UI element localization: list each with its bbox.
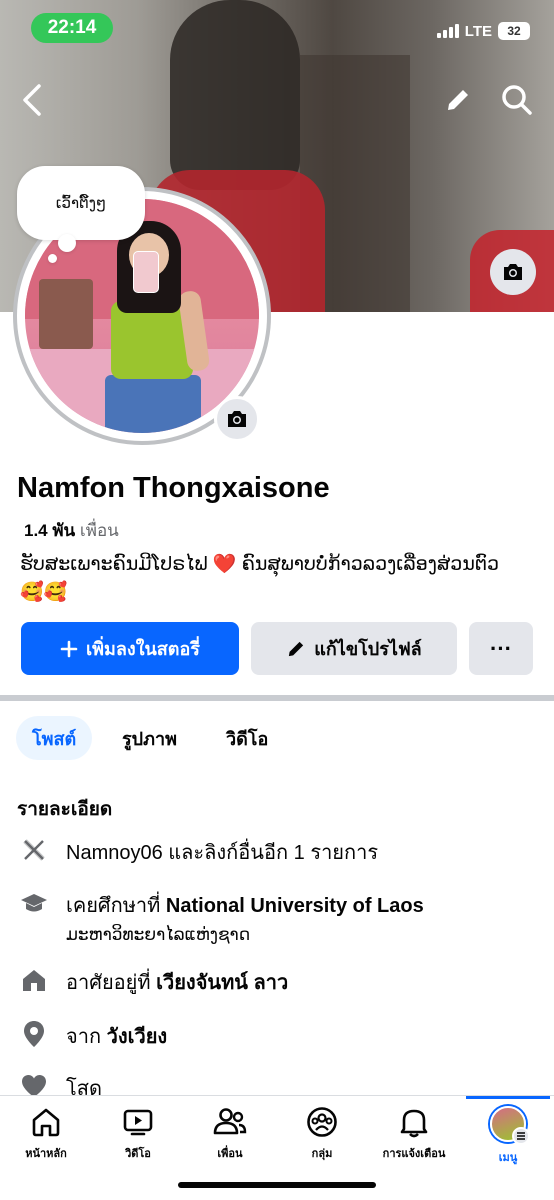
education-school-local: ມະຫາວິທະຍາໄລແຫ່ງຊາດ [66, 925, 251, 944]
profile-camera-button[interactable] [214, 396, 260, 442]
profile-note-text: ເວົ້າຕິ໌ງໆ [55, 195, 107, 212]
nav-menu[interactable]: เมนู [462, 1106, 554, 1166]
education-text-block: เคยศึกษาที่ National University of Laos … [66, 889, 424, 945]
back-button[interactable] [12, 80, 52, 120]
search-icon [502, 85, 532, 115]
friends-count[interactable]: 1.4 พัน เพื่อน [24, 517, 119, 544]
bio-text: ຮັບສະເພາະຄົນມີໂປຣໄຟ [20, 554, 208, 575]
home-icon [32, 1108, 60, 1137]
nav-home[interactable]: หน้าหลัก [0, 1106, 92, 1162]
chevron-left-icon [23, 84, 41, 116]
network-type: LTE [464, 22, 492, 40]
menu-avatar [490, 1106, 530, 1145]
more-options-button[interactable]: ··· [469, 622, 533, 675]
x-logo-icon [20, 836, 48, 864]
tab-posts[interactable]: โพสต์ [16, 716, 93, 760]
lives-in-place: เวียงจันทน์ ลาว [156, 972, 289, 994]
education-line: เคยศึกษาที่ National University of Laos [66, 889, 424, 921]
camera-icon [504, 264, 522, 280]
tab-photos[interactable]: รูปภาพ [106, 716, 193, 760]
home-indicator[interactable] [178, 1182, 376, 1188]
nav-friends[interactable]: เพื่อน [184, 1106, 276, 1162]
bio-heart: ❤️ [212, 554, 237, 575]
more-options-label: ··· [490, 635, 512, 661]
friends-number: 1.4 พัน [24, 521, 76, 540]
nav-friends-label: เพื่อน [217, 1148, 243, 1160]
nav-notifications[interactable]: การแจ้งเตือน [368, 1106, 460, 1162]
detail-from[interactable]: จาก วังเวียง [20, 1020, 167, 1052]
add-to-story-button[interactable]: เพิ่มลงในสตอรี่ [21, 622, 239, 675]
nav-video[interactable]: วิดีโอ [92, 1106, 184, 1162]
bell-icon [400, 1109, 428, 1138]
lives-in-prefix: อาศัยอยู่ที่ [66, 972, 151, 994]
education-prefix: เคยศึกษาที่ [66, 895, 161, 917]
profile-bio: ຮັບສະເພາະຄົນມີໂປຣໄຟ ❤️ ຄົນສຸພາບບໍ່ກ້າວລວ… [20, 551, 536, 607]
edit-profile-button[interactable]: แก้ไขโปรไฟล์ [251, 622, 457, 675]
pencil-icon [448, 90, 468, 110]
lives-in-line: อาศัยอยู่ที่ เวียงจันทน์ ลาว [66, 966, 288, 998]
hamburger-menu-icon [512, 1127, 530, 1145]
tab-posts-label: โพสต์ [32, 728, 77, 749]
nav-home-label: หน้าหลัก [25, 1148, 67, 1160]
detail-education[interactable]: เคยศึกษาที่ National University of Laos … [20, 889, 424, 945]
status-time: 22:14 [31, 13, 113, 43]
plus-icon [60, 640, 78, 657]
detail-x-link[interactable]: Namnoy06 และลิงก์อื่นอีก 1 รายการ [20, 836, 378, 868]
bio-emoji: 🥰🥰 [20, 582, 68, 603]
signal-icon [436, 24, 459, 38]
status-indicators: LTE 32 [436, 22, 530, 40]
x-link-text: Namnoy06 และลิงก์อื่นอีก 1 รายการ [66, 842, 379, 864]
profile-name: Namfon Thongxaisone [17, 472, 330, 504]
details-title: รายละเอียด [17, 799, 113, 820]
search-button[interactable] [497, 80, 537, 120]
pencil-icon [289, 641, 304, 656]
nav-active-indicator [466, 1096, 550, 1099]
friends-icon [213, 1108, 247, 1135]
note-bubble-tail-large [58, 234, 76, 252]
from-prefix: จาก [66, 1026, 102, 1048]
friends-label: เพื่อน [79, 521, 119, 540]
tab-photos-label: รูปภาพ [122, 728, 177, 749]
graduation-cap-icon [20, 889, 48, 917]
nav-menu-label: เมนู [498, 1152, 518, 1164]
edit-profile-label: แก้ไขโปรไฟล์ [314, 639, 422, 659]
section-divider [0, 695, 554, 701]
avatar-shelf [39, 279, 93, 349]
avatar-phone [133, 251, 159, 293]
add-to-story-label: เพิ่มลงในสตอรี่ [86, 639, 200, 659]
nav-video-label: วิดีโอ [125, 1148, 151, 1160]
tab-videos-label: วิดีโอ [226, 728, 269, 749]
groups-icon [307, 1107, 337, 1137]
education-school: National University of Laos [165, 895, 424, 917]
tab-videos[interactable]: วิดีโอ [210, 716, 284, 760]
home-icon [20, 966, 48, 994]
profile-note-bubble[interactable]: ເວົ້າຕິ໌ງໆ [17, 166, 145, 240]
edit-cover-button[interactable] [438, 80, 478, 120]
cover-figure-head [170, 0, 300, 190]
from-place: วังเวียง [106, 1026, 168, 1048]
video-icon [123, 1109, 153, 1136]
camera-icon [228, 411, 246, 427]
battery-icon: 32 [498, 22, 530, 40]
nav-groups-label: กลุ่ม [311, 1148, 333, 1160]
from-line: จาก วังเวียง [66, 1020, 167, 1052]
nav-notifications-label: การแจ้งเตือน [382, 1148, 446, 1160]
nav-groups[interactable]: กลุ่ม [276, 1106, 368, 1162]
detail-lives-in[interactable]: อาศัยอยู่ที่ เวียงจันทน์ ลาว [20, 966, 288, 998]
battery-level: 32 [507, 24, 521, 38]
avatar-jeans [105, 375, 201, 433]
location-pin-icon [20, 1020, 48, 1048]
cover-camera-button[interactable] [490, 249, 536, 295]
note-bubble-tail-small [48, 254, 57, 263]
bio-text-second: ຄົນສຸພາບບໍ່ກ້າວລວງເລື່ອງສ່ວນຕົວ [241, 554, 500, 575]
